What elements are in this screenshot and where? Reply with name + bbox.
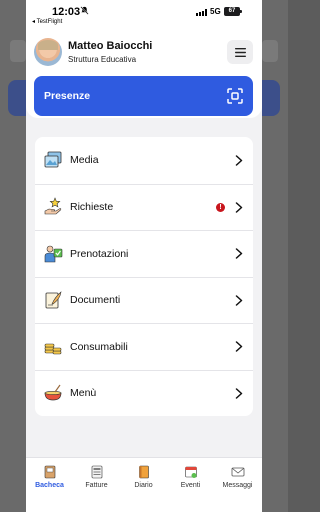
tab-fatture[interactable]: Fatture [73, 458, 120, 498]
network-type: 5G [210, 7, 221, 16]
user-name: Matteo Baiocchi [68, 40, 153, 52]
board-icon [44, 465, 55, 479]
star-hand-icon [44, 197, 62, 215]
menu-item-documenti[interactable]: Documenti [35, 276, 253, 324]
menu-item-prenotazioni[interactable]: Prenotazioni [35, 230, 253, 277]
tab-label: Bacheca [35, 482, 64, 489]
menu-item-label: Prenotazioni [70, 247, 129, 260]
menu-item-menu[interactable]: Menù [35, 369, 253, 417]
battery-icon: 67 [224, 7, 240, 16]
person-check-icon [44, 245, 63, 263]
user-role: Struttura Educativa [68, 55, 137, 64]
chevron-right-icon [235, 388, 243, 399]
tab-bar: Bacheca Fatture Diario Eventi Messaggi [26, 457, 262, 512]
diary-icon [138, 465, 149, 479]
menu-item-richieste[interactable]: Richieste ! [35, 183, 253, 231]
chevron-right-icon [235, 248, 243, 259]
tab-eventi[interactable]: Eventi [167, 458, 214, 498]
menu-item-label: Media [70, 154, 99, 167]
food-bowl-icon [44, 384, 62, 401]
tab-messaggi[interactable]: Messaggi [214, 458, 261, 498]
status-bar: 12:03 ◂ TestFlight 5G 67 [26, 0, 262, 30]
invoice-icon [91, 465, 102, 479]
tab-bacheca[interactable]: Bacheca [26, 458, 73, 498]
menu-list: Media Richieste ! Prenotazioni Documenti… [35, 137, 253, 416]
signal-icon [196, 9, 207, 16]
alert-badge: ! [216, 202, 225, 212]
menu-item-media[interactable]: Media [35, 137, 253, 184]
app-header: Matteo Baiocchi Struttura Educativa [26, 30, 262, 74]
menu-item-label: Documenti [70, 294, 121, 307]
presence-label: Presenze [44, 90, 91, 102]
tab-label: Eventi [180, 482, 201, 489]
chevron-right-icon [235, 341, 243, 352]
qr-scan-icon [227, 88, 243, 104]
tab-diario[interactable]: Diario [120, 458, 167, 498]
app-screen: 12:03 ◂ TestFlight 5G 67 Matteo Baiocchi… [26, 0, 262, 512]
mail-icon [231, 467, 244, 477]
menu-item-consumabili[interactable]: Consumabili [35, 323, 253, 370]
calendar-icon [184, 466, 197, 478]
background-edge-right [262, 0, 288, 512]
chevron-right-icon [235, 202, 243, 213]
avatar[interactable] [34, 38, 62, 66]
menu-item-label: Menù [70, 387, 97, 400]
tab-label: Messaggi [222, 482, 253, 489]
menu-item-label: Richieste [70, 201, 114, 214]
menu-button[interactable] [227, 40, 253, 64]
background-edge-left [0, 0, 26, 512]
menu-item-label: Consumabili [70, 340, 128, 353]
tab-label: Diario [134, 482, 153, 489]
hamburger-icon [234, 47, 246, 57]
status-time: 12:03 [52, 6, 81, 18]
photos-icon [44, 151, 62, 168]
bell-slash-icon [80, 6, 89, 17]
back-to-testflight-link[interactable]: ◂ TestFlight [32, 18, 62, 25]
tab-label: Fatture [85, 482, 108, 489]
chevron-right-icon [235, 295, 243, 306]
chevron-right-icon [235, 155, 243, 166]
presence-button[interactable]: Presenze [34, 76, 253, 116]
document-quill-icon [45, 291, 62, 309]
coins-icon [44, 343, 62, 355]
